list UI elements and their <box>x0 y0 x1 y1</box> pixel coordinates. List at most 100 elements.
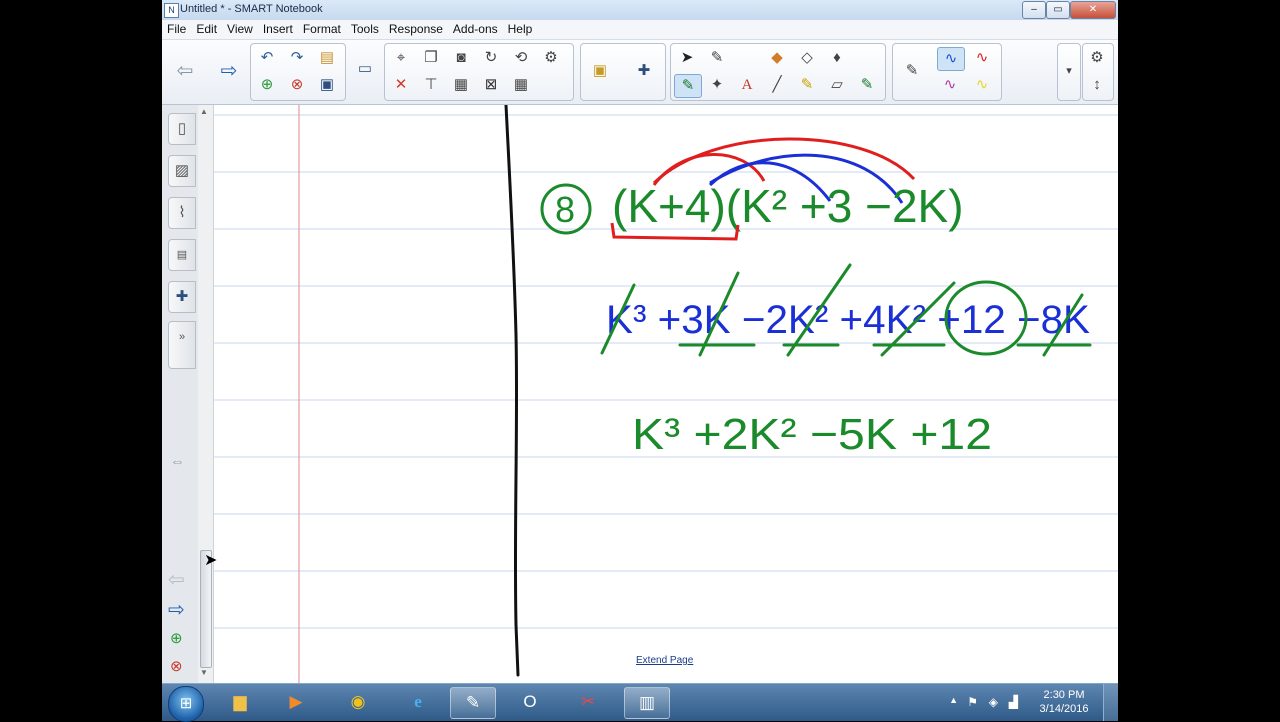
paste-icon[interactable]: ❐ <box>418 47 444 69</box>
menu-file[interactable]: File <box>162 20 191 36</box>
expression-line-3: K³ +2K² −5K +12 <box>632 410 992 459</box>
title-bar: N Untitled * - SMART Notebook – ▭ ✕ <box>162 0 1118 20</box>
delete-page-side-icon[interactable]: ⊗ <box>170 657 183 675</box>
addons-group: ▣ ✚ <box>580 43 666 101</box>
snipping-tool-taskbar-icon[interactable]: ✂ <box>566 687 610 717</box>
system-clock[interactable]: 2:30 PM 3/14/2016 <box>1034 688 1094 716</box>
pen-style-yellow-icon[interactable]: ∿ <box>969 74 995 96</box>
menu-tools[interactable]: Tools <box>346 20 384 36</box>
pen-style-icon[interactable]: ✎ <box>899 60 925 82</box>
maximize-button[interactable]: ▭ <box>1046 1 1070 19</box>
forward-arrow-icon[interactable]: ⇨ <box>168 597 185 622</box>
document-camera-icon[interactable]: ↻ <box>478 47 504 69</box>
pens-icon[interactable]: ✎ <box>704 47 730 69</box>
pen-style-purple-icon[interactable]: ∿ <box>937 74 963 96</box>
eraser-icon[interactable]: ◇ <box>794 47 820 69</box>
start-button-icon[interactable]: ⊞ <box>168 686 204 722</box>
back-arrow-icon[interactable]: ⇦ <box>168 567 185 592</box>
next-page-icon[interactable]: ⇨ <box>216 60 242 82</box>
scroll-up-icon[interactable]: ▲ <box>200 107 208 116</box>
smart-tools-taskbar-icon[interactable]: ▥ <box>624 687 670 719</box>
outlook-taskbar-icon[interactable]: O <box>508 687 552 717</box>
page-sorter-tab-icon[interactable]: ▯ <box>168 113 196 145</box>
screen-shade-icon[interactable]: ▭ <box>352 58 378 80</box>
settings-gear-icon[interactable]: ⚙ <box>1084 47 1110 69</box>
table-icon[interactable]: ▦ <box>508 74 534 96</box>
video-icon[interactable]: ▦ <box>448 74 474 96</box>
attachments-tab-icon[interactable]: ⌇ <box>168 197 196 229</box>
shapes-icon[interactable]: ◆ <box>764 47 790 69</box>
save-icon[interactable]: ▣ <box>314 74 340 96</box>
highlighter-icon[interactable]: ✎ <box>794 74 820 96</box>
expression-line-2: K³ +3K −2K² +4K² +12 −8K <box>606 298 1090 342</box>
media-player-taskbar-icon[interactable]: ▶ <box>274 687 318 717</box>
response-icon[interactable]: ▣ <box>587 60 613 82</box>
delete-icon[interactable]: ✕ <box>388 74 414 96</box>
explorer-taskbar-icon[interactable]: ▆ <box>218 687 262 717</box>
menu-edit[interactable]: Edit <box>191 20 222 36</box>
windows-taskbar: ⊞ ▆ ▶ ◉ e ✎ O ✂ ▥ ⚑ ▲ ▟ ◈ 2:30 PM 3/14/2… <box>162 683 1118 722</box>
capture-tool-icon[interactable]: ⟲ <box>508 47 534 69</box>
camera-icon[interactable]: ◙ <box>448 47 474 69</box>
notebook-canvas[interactable]: · · · · 8 (K+4)(K² +3 −2K) K³ +3K −2K² +… <box>214 105 1118 683</box>
menu-response[interactable]: Response <box>384 20 448 36</box>
fill-icon[interactable]: ♦ <box>824 47 850 69</box>
pen-style-blue-icon[interactable]: ∿ <box>937 47 965 71</box>
chrome-taskbar-icon[interactable]: ◉ <box>336 687 380 717</box>
full-screen-icon[interactable]: ⊠ <box>478 74 504 96</box>
toolbar: ⇦ ⇨ ↶ ↷ ▤ ⊕ ⊗ ▣ ▭ ⌖ ❐ ◙ ↻ ⟲ ⚙ ✕ ⊤ ▦ ⊠ ▦ … <box>162 40 1118 105</box>
open-file-icon[interactable]: ▤ <box>314 47 340 69</box>
window-title: Untitled * - SMART Notebook <box>180 3 323 15</box>
tray-flag-icon[interactable]: ⚑ <box>967 695 978 709</box>
sidebar-handle-icon[interactable]: » <box>168 321 196 369</box>
menu-insert[interactable]: Insert <box>258 20 298 36</box>
toolbar-more-group: ▾ <box>1057 43 1081 101</box>
screen-capture-icon[interactable]: ⌖ <box>388 47 414 69</box>
gallery-tab-icon[interactable]: ▨ <box>168 155 196 187</box>
pen-selected-icon[interactable]: ✎ <box>674 74 702 98</box>
redo-icon[interactable]: ↷ <box>284 47 310 69</box>
magic-pen-icon[interactable]: ✦ <box>704 74 730 96</box>
draw-tools-group: ➤ ✎ ◆ ◇ ♦ ✎ ✦ A ╱ ✎ ▱ ✎ <box>670 43 886 101</box>
menu-addons[interactable]: Add-ons <box>448 20 503 36</box>
toolbar-move-icon[interactable]: ↕ <box>1084 74 1110 96</box>
pen-style-group: ✎ ∿ ∿ ∿ ∿ <box>892 43 1002 101</box>
eraser-tool-icon[interactable]: ▱ <box>824 74 850 96</box>
tray-volume-icon[interactable]: ◈ <box>989 695 998 709</box>
toolbar-dropdown-icon[interactable]: ▾ <box>1056 60 1082 82</box>
partial-previous-text: · · · · <box>804 105 860 113</box>
menu-help[interactable]: Help <box>503 20 538 36</box>
menu-format[interactable]: Format <box>298 20 346 36</box>
close-button[interactable]: ✕ <box>1070 1 1116 19</box>
file-tools-group: ↶ ↷ ▤ ⊕ ⊗ ▣ <box>250 43 346 101</box>
tray-hidden-icons-icon[interactable]: ▲ <box>949 695 958 705</box>
scroll-down-icon[interactable]: ▼ <box>200 668 208 677</box>
smart-notebook-taskbar-icon[interactable]: ✎ <box>450 687 496 719</box>
properties-tab-icon[interactable]: ▤ <box>168 239 196 271</box>
minimize-button[interactable]: – <box>1022 1 1046 19</box>
addons-puzzle-icon[interactable]: ✚ <box>631 60 657 82</box>
extend-page-link[interactable]: Extend Page <box>636 655 693 666</box>
add-page-side-icon[interactable]: ⊕ <box>170 629 183 647</box>
menu-view[interactable]: View <box>222 20 258 36</box>
previous-page-icon[interactable]: ⇦ <box>172 60 198 82</box>
addons-tab-icon[interactable]: ✚ <box>168 281 196 313</box>
screen-display-icon[interactable]: ⊤ <box>418 74 444 96</box>
delete-page-icon[interactable]: ⊗ <box>284 74 310 96</box>
show-desktop-button[interactable] <box>1103 684 1118 721</box>
vertical-scrollbar[interactable]: ▲ ▼ <box>198 105 214 683</box>
internet-explorer-taskbar-icon[interactable]: e <box>396 687 440 717</box>
add-page-icon[interactable]: ⊕ <box>254 74 280 96</box>
pen-style-red-icon[interactable]: ∿ <box>969 47 995 69</box>
menu-bar: File Edit View Insert Format Tools Response Add… <box>162 20 1118 40</box>
line-icon[interactable]: ╱ <box>764 74 790 96</box>
text-icon[interactable]: A <box>734 74 760 96</box>
select-arrow-icon[interactable]: ➤ <box>674 47 700 69</box>
divider-stroke <box>504 105 520 677</box>
tray-network-icon[interactable]: ▟ <box>1009 695 1018 709</box>
undo-icon[interactable]: ↶ <box>254 47 280 69</box>
resize-arrows-icon[interactable]: ⇔ <box>170 453 185 470</box>
shape-pen-icon[interactable]: ✎ <box>854 74 880 96</box>
properties-icon[interactable]: ⚙ <box>538 47 564 69</box>
app-icon: N <box>164 3 179 18</box>
